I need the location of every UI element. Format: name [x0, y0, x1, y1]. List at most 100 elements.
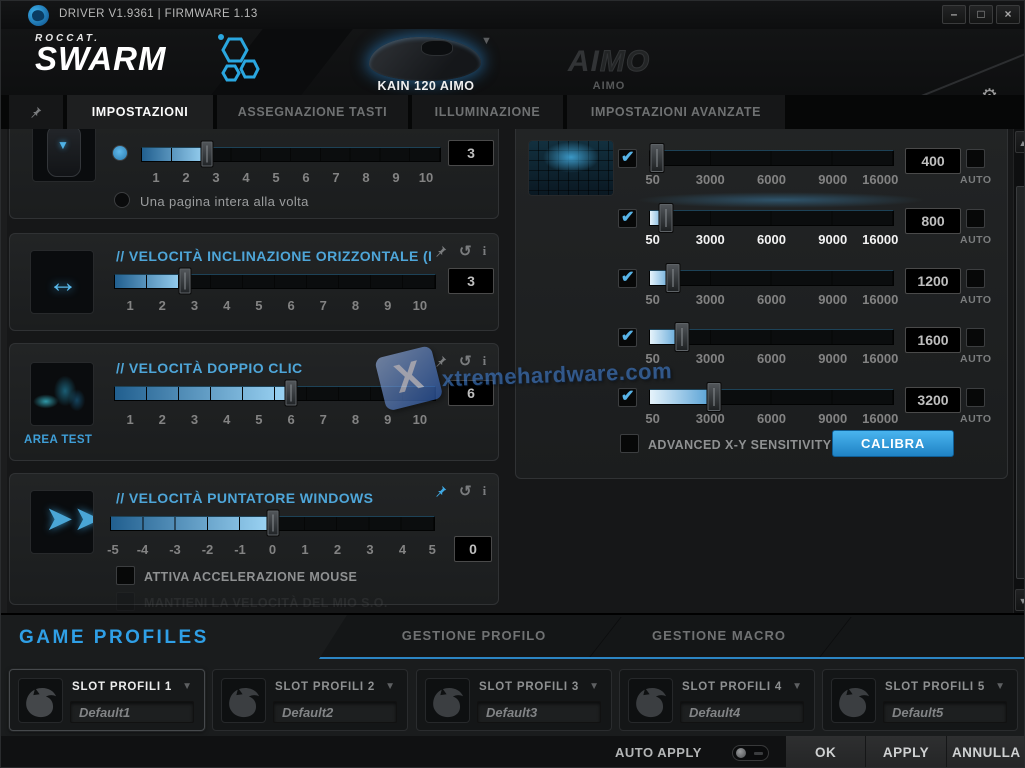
profile-slot-3[interactable]: SLOT PROFILI 3 ▼ [416, 669, 612, 731]
profile-name-input[interactable] [477, 701, 601, 723]
info-icon[interactable]: i [483, 483, 487, 499]
chevron-down-icon[interactable]: ▼ [995, 681, 1005, 692]
tick-label: 1 [152, 170, 159, 185]
scroll-speed-slider-track[interactable] [141, 147, 441, 162]
gear-icon[interactable]: ⚙ [981, 85, 998, 95]
tab-assegnazione-tasti[interactable]: ASSEGNAZIONE TASTI [217, 95, 408, 129]
slider-handle[interactable] [201, 141, 214, 168]
chevron-down-icon[interactable]: ▼ [792, 681, 802, 692]
pin-icon[interactable] [434, 244, 448, 258]
slider-handle[interactable] [666, 263, 681, 293]
info-icon[interactable]: i [483, 243, 487, 259]
slider-handle[interactable] [650, 143, 665, 173]
header: ROCCAT. SWARM ▼ KAIN 120 AIMO AIMO AIMO … [1, 29, 1025, 95]
reset-icon[interactable]: ↺ [459, 352, 472, 370]
tick-label: -1 [234, 542, 246, 557]
chevron-down-icon[interactable]: ▼ [589, 681, 599, 692]
dpi-slider-track[interactable] [649, 329, 894, 345]
info-icon[interactable]: i [483, 353, 487, 369]
dpi-row-2-active: 5030006000900016000 800 AUTO [516, 208, 1009, 264]
tab-impostazioni-avanzate[interactable]: IMPOSTAZIONI AVANZATE [567, 95, 785, 129]
dpi-auto-label: AUTO [960, 234, 992, 246]
tab-illuminazione[interactable]: ILLUMINAZIONE [412, 95, 563, 129]
chevron-down-icon[interactable]: ▼ [182, 681, 192, 692]
dpi-auto-checkbox[interactable] [966, 269, 985, 288]
dpi-enable-checkbox[interactable] [618, 149, 637, 168]
maximize-button[interactable]: □ [969, 5, 993, 24]
slider-handle[interactable] [178, 268, 191, 295]
aimo-device[interactable]: AIMO AIMO [549, 29, 669, 95]
apply-button[interactable]: APPLY [865, 736, 945, 768]
chevron-down-icon[interactable]: ▼ [481, 35, 492, 47]
profile-name-input[interactable] [883, 701, 1007, 723]
hexagon-icon [207, 33, 263, 85]
full-page-label: Una pagina intera alla volta [140, 194, 309, 209]
faded-checkbox[interactable] [116, 592, 135, 611]
tab-gestione-profilo[interactable]: GESTIONE PROFILO [359, 615, 589, 657]
doubleclick-value: 6 [448, 380, 494, 406]
profile-name-input[interactable] [70, 701, 194, 723]
tick-label: 2 [159, 298, 166, 313]
dpi-enable-checkbox[interactable] [618, 209, 637, 228]
dpi-enable-checkbox[interactable] [618, 388, 637, 407]
advanced-xy-checkbox[interactable] [620, 434, 639, 453]
dpi-slider-track[interactable] [649, 270, 894, 286]
dpi-value: 800 [905, 208, 961, 234]
scrollbar-thumb[interactable] [1016, 186, 1025, 579]
doubleclick-slider-track[interactable] [114, 386, 436, 401]
slider-handle[interactable] [674, 322, 689, 352]
tick-label: 9000 [818, 411, 847, 426]
profile-name-input[interactable] [680, 701, 804, 723]
profile-slot-5[interactable]: SLOT PROFILI 5 ▼ [822, 669, 1018, 731]
reset-icon[interactable]: ↺ [459, 242, 472, 260]
dpi-slider-track[interactable] [649, 150, 894, 166]
dpi-auto-checkbox[interactable] [966, 149, 985, 168]
reset-icon[interactable]: ↺ [459, 482, 472, 500]
area-test-label[interactable]: AREA TEST [24, 434, 92, 446]
dpi-value: 3200 [905, 387, 961, 413]
tab-gestione-macro[interactable]: GESTIONE MACRO [619, 615, 819, 657]
slider-handle[interactable] [707, 382, 722, 412]
tick-label: 6000 [757, 351, 786, 366]
dpi-enable-checkbox[interactable] [618, 269, 637, 288]
dpi-auto-checkbox[interactable] [966, 388, 985, 407]
slider-handle[interactable] [266, 510, 279, 537]
scroll-up-icon[interactable]: ▲ [1015, 131, 1025, 153]
tab-impostazioni[interactable]: IMPOSTAZIONI [67, 95, 213, 129]
pin-icon[interactable] [434, 484, 448, 498]
aimo-logo: AIMO [549, 45, 669, 79]
auto-apply-toggle[interactable] [732, 745, 769, 761]
scroll-lines-radio[interactable] [112, 145, 128, 161]
slider-handle[interactable] [658, 203, 673, 233]
full-page-radio[interactable] [114, 192, 130, 208]
tick-label: 3000 [696, 292, 725, 307]
profile-slot-1[interactable]: SLOT PROFILI 1 ▼ [9, 669, 205, 731]
annulla-button[interactable]: ANNULLA [946, 736, 1025, 768]
slot-title: SLOT PROFILI 1 [72, 681, 172, 693]
scroll-down-icon[interactable]: ▼ [1015, 589, 1025, 611]
panel-title: // VELOCITÀ DOPPIO CLIC [116, 360, 303, 376]
profile-name-input[interactable] [273, 701, 397, 723]
pin-tab[interactable] [9, 95, 63, 129]
calibrate-button[interactable]: CALIBRA [832, 430, 954, 457]
dpi-enable-checkbox[interactable] [618, 328, 637, 347]
close-button[interactable]: × [996, 5, 1020, 24]
tick-label: 16000 [862, 411, 898, 426]
dpi-auto-checkbox[interactable] [966, 328, 985, 347]
mouse-acceleration-checkbox[interactable] [116, 566, 135, 585]
slider-handle[interactable] [285, 380, 298, 407]
profile-slot-2[interactable]: SLOT PROFILI 2 ▼ [212, 669, 408, 731]
device-selector[interactable]: ▼ KAIN 120 AIMO [341, 29, 511, 95]
dpi-slider-track[interactable] [649, 210, 894, 226]
tilt-slider-track[interactable] [114, 274, 436, 289]
dpi-auto-checkbox[interactable] [966, 209, 985, 228]
tick-label: 16000 [862, 232, 898, 247]
tick-label: -3 [169, 542, 181, 557]
minimize-button[interactable]: – [942, 5, 966, 24]
chevron-down-icon[interactable]: ▼ [385, 681, 395, 692]
pin-icon[interactable] [434, 354, 448, 368]
dpi-slider-track[interactable] [649, 389, 894, 405]
ok-button[interactable]: OK [786, 736, 865, 768]
profile-slot-4[interactable]: SLOT PROFILI 4 ▼ [619, 669, 815, 731]
vertical-scrollbar[interactable]: ▲ ▼ [1013, 129, 1025, 613]
